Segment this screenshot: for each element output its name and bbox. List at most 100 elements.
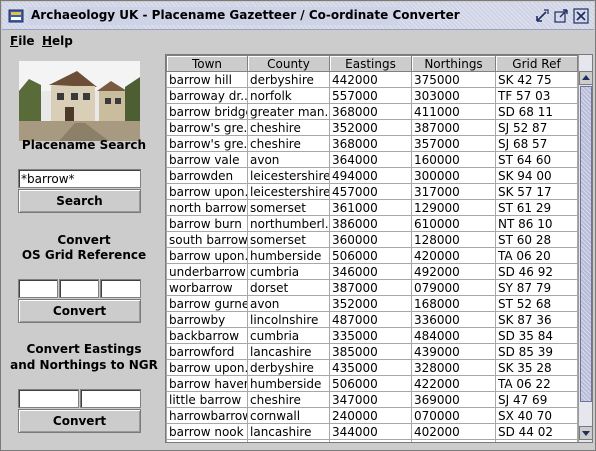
column-header-eastings[interactable]: Eastings — [329, 55, 412, 72]
cell-county[interactable]: humberside — [247, 247, 330, 264]
cell-northings[interactable]: 300000 — [411, 167, 496, 184]
table-row[interactable]: barrow in fur...cumbria320000469000SD 20… — [166, 439, 578, 442]
cell-county[interactable]: lincolnshire — [247, 311, 330, 328]
cell-northings[interactable]: 420000 — [411, 247, 496, 264]
cell-northings[interactable]: 357000 — [411, 135, 496, 152]
cell-county[interactable]: cumbria — [247, 327, 330, 344]
cell-grid-ref[interactable]: SD 46 92 — [495, 263, 578, 280]
cell-town[interactable]: barrow upon... — [166, 359, 248, 376]
cell-eastings[interactable]: 347000 — [329, 391, 412, 408]
cell-eastings[interactable]: 368000 — [329, 103, 412, 120]
grid-letters-field[interactable] — [18, 279, 58, 298]
cell-northings[interactable]: 128000 — [411, 231, 496, 248]
scroll-up-button[interactable] — [579, 71, 592, 85]
cell-northings[interactable]: 303000 — [411, 87, 496, 104]
table-row[interactable]: barrow gurneyavon352000168000ST 52 68 — [166, 295, 578, 312]
cell-eastings[interactable]: 385000 — [329, 343, 412, 360]
table-row[interactable]: worbarrow dorset 387000 079000 SY 87 79 — [166, 279, 578, 296]
cell-town[interactable]: backbarrow — [166, 327, 248, 344]
table-row[interactable]: barrowford lancashire 385000 439000 SD 85 39 — [166, 343, 578, 360]
cell-county[interactable]: leicestershire — [247, 183, 330, 200]
cell-county[interactable]: northumberl... — [247, 215, 330, 232]
cell-county[interactable]: lancashire — [247, 343, 330, 360]
cell-grid-ref[interactable]: SD 85 39 — [495, 343, 578, 360]
cell-eastings[interactable]: 487000 — [329, 311, 412, 328]
table-row[interactable]: north barrow somerset 361000 129000 ST 61 29 — [166, 199, 578, 216]
table-row[interactable]: barrowby lincolnshire 487000 336000 SK 87 36 — [166, 311, 578, 328]
cell-county[interactable]: cumbria — [247, 439, 330, 442]
title-bar[interactable]: Archaeology UK - Placename Gazetteer / C… — [2, 2, 594, 30]
table-row[interactable]: barrow upon... derbyshire 435000 328000 SK 3… — [166, 359, 578, 376]
cell-town[interactable]: barrow's gre... — [166, 119, 248, 136]
cell-northings[interactable]: 079000 — [411, 279, 496, 296]
cell-county[interactable]: derbyshire — [247, 71, 330, 88]
cell-eastings[interactable]: 506000 — [329, 375, 412, 392]
cell-eastings[interactable]: 346000 — [329, 263, 412, 280]
cell-northings[interactable]: 070000 — [411, 407, 496, 424]
cell-grid-ref[interactable]: SJ 68 57 — [495, 135, 578, 152]
cell-town[interactable]: barrow nook — [166, 423, 248, 440]
table-row[interactable]: barrow hill derbyshire 442000 375000 SK 42 7… — [166, 71, 578, 88]
cell-eastings[interactable]: 506000 — [329, 247, 412, 264]
table-row[interactable]: barrow haven humberside 506000 422000 TA 06 … — [166, 375, 578, 392]
cell-eastings[interactable]: 344000 — [329, 423, 412, 440]
column-header-county[interactable]: County — [247, 55, 330, 72]
cell-eastings[interactable]: 335000 — [329, 327, 412, 344]
cell-county[interactable]: humberside — [247, 375, 330, 392]
table-row[interactable]: backbarrow cumbria 335000 484000 SD 35 84 — [166, 327, 578, 344]
cell-county[interactable]: greater man... — [247, 103, 330, 120]
cell-grid-ref[interactable]: SK 94 00 — [495, 167, 578, 184]
cell-northings[interactable]: 469000 — [411, 439, 496, 442]
cell-grid-ref[interactable]: NT 86 10 — [495, 215, 578, 232]
cell-county[interactable]: dorset — [247, 279, 330, 296]
convert-grid-button[interactable]: Convert — [18, 299, 141, 323]
cell-grid-ref[interactable]: SD 68 11 — [495, 103, 578, 120]
menu-file[interactable]: File — [10, 34, 35, 48]
table-row[interactable]: harrowbarrow cornwall 240000 070000 SX 40 70 — [166, 407, 578, 424]
cell-town[interactable]: barrow hill — [166, 71, 248, 88]
close-icon[interactable] — [573, 8, 589, 24]
cell-grid-ref[interactable]: SJ 52 87 — [495, 119, 578, 136]
cell-northings[interactable]: 411000 — [411, 103, 496, 120]
table-row[interactable]: barrow nook lancashire 344000 402000 SD 44 0… — [166, 423, 578, 440]
cell-county[interactable]: somerset — [247, 231, 330, 248]
cell-town[interactable]: barroway dr... — [166, 87, 248, 104]
cell-grid-ref[interactable]: SD 44 02 — [495, 423, 578, 440]
cell-grid-ref[interactable]: SK 57 17 — [495, 183, 578, 200]
cell-northings[interactable]: 387000 — [411, 119, 496, 136]
cell-town[interactable]: worbarrow — [166, 279, 248, 296]
menu-help[interactable]: Help — [42, 34, 73, 48]
cell-town[interactable]: barrowford — [166, 343, 248, 360]
cell-town[interactable]: barrow haven — [166, 375, 248, 392]
cell-northings[interactable]: 160000 — [411, 151, 496, 168]
cell-eastings[interactable]: 387000 — [329, 279, 412, 296]
cell-northings[interactable]: 610000 — [411, 215, 496, 232]
cell-grid-ref[interactable]: TF 57 03 — [495, 87, 578, 104]
cell-eastings[interactable]: 435000 — [329, 359, 412, 376]
grid-easting-field[interactable] — [59, 279, 99, 298]
cell-town[interactable]: barrow's gre... — [166, 135, 248, 152]
cell-northings[interactable]: 492000 — [411, 263, 496, 280]
eastings-field[interactable] — [18, 389, 79, 408]
cell-town[interactable]: underbarrow — [166, 263, 248, 280]
table-row[interactable]: barrow bridge greater man... 368000 411000 S… — [166, 103, 578, 120]
cell-town[interactable]: barrow upon... — [166, 183, 248, 200]
cell-grid-ref[interactable]: SK 35 28 — [495, 359, 578, 376]
cell-eastings[interactable]: 386000 — [329, 215, 412, 232]
cell-eastings[interactable]: 457000 — [329, 183, 412, 200]
cell-grid-ref[interactable]: SX 40 70 — [495, 407, 578, 424]
table-row[interactable]: barrowden leicestershire 494000 300000 SK 94… — [166, 167, 578, 184]
cell-eastings[interactable]: 364000 — [329, 151, 412, 168]
cell-northings[interactable]: 328000 — [411, 359, 496, 376]
cell-county[interactable]: cornwall — [247, 407, 330, 424]
cell-town[interactable]: north barrow — [166, 199, 248, 216]
cell-town[interactable]: little barrow — [166, 391, 248, 408]
table-row[interactable]: barrow's gre... cheshire 352000 387000 SJ 52… — [166, 119, 578, 136]
maximize-icon[interactable] — [553, 8, 569, 24]
cell-northings[interactable]: 168000 — [411, 295, 496, 312]
cell-grid-ref[interactable]: TA 06 20 — [495, 247, 578, 264]
cell-grid-ref[interactable]: SD 20 69 — [495, 439, 578, 442]
placename-search-input[interactable]: *barrow* — [18, 169, 141, 188]
cell-grid-ref[interactable]: TA 06 22 — [495, 375, 578, 392]
grid-northing-field[interactable] — [100, 279, 141, 298]
